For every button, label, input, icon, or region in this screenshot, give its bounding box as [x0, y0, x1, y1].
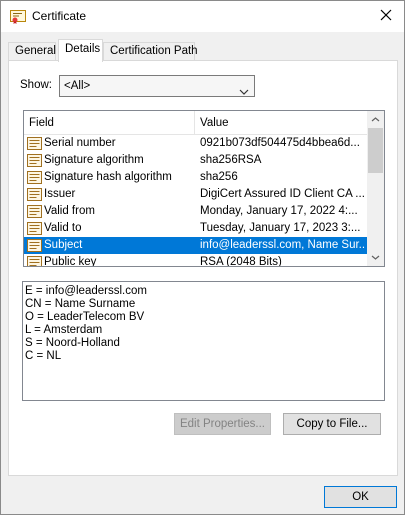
list-scrollbar[interactable] — [367, 111, 384, 266]
field-name: Signature hash algorithm — [44, 171, 172, 183]
field-value: RSA (2048 Bits) — [200, 256, 282, 267]
detail-line: C = NL — [25, 350, 62, 362]
tab-general[interactable]: General — [8, 42, 56, 61]
field-value: Monday, January 17, 2022 4:... — [200, 205, 358, 217]
field-name: Signature algorithm — [44, 154, 144, 166]
column-header-value[interactable]: Value — [195, 111, 368, 135]
certificate-field-icon — [27, 204, 42, 219]
field-name: Public key — [44, 256, 97, 267]
detail-line: E = info@leaderssl.com — [25, 285, 147, 297]
title-bar: Certificate — [1, 1, 404, 32]
scroll-down-arrow-icon[interactable] — [367, 249, 384, 266]
tab-details[interactable]: Details — [58, 39, 103, 62]
list-item[interactable]: Public key RSA (2048 Bits) — [24, 254, 368, 267]
field-value: DigiCert Assured ID Client CA ... — [200, 188, 365, 200]
certificate-icon — [10, 10, 26, 24]
certificate-field-icon — [27, 255, 42, 266]
detail-line: S = Noord-Holland — [25, 337, 120, 349]
list-item[interactable]: Issuer DigiCert Assured ID Client CA ... — [24, 186, 368, 203]
field-value: info@leaderssl.com, Name Sur... — [200, 239, 366, 251]
field-name: Valid from — [44, 205, 95, 217]
scroll-up-arrow-icon[interactable] — [367, 111, 384, 128]
list-header: Field Value — [24, 111, 368, 135]
close-icon — [380, 9, 392, 24]
show-label: Show: — [20, 79, 52, 91]
field-value: Tuesday, January 17, 2023 3:... — [200, 222, 361, 234]
field-value: 0921b073df504475d4bbea6d... — [200, 137, 360, 149]
certificate-field-icon — [27, 221, 42, 236]
certificate-field-icon — [27, 170, 42, 185]
show-dropdown[interactable]: <All> — [59, 75, 255, 97]
scroll-thumb[interactable] — [368, 128, 383, 173]
field-value: sha256RSA — [200, 154, 262, 166]
column-header-field[interactable]: Field — [24, 111, 195, 135]
certificate-field-icon — [27, 238, 42, 253]
list-rows: Serial number 0921b073df504475d4bbea6d...… — [24, 135, 368, 267]
list-item[interactable]: Valid from Monday, January 17, 2022 4:... — [24, 203, 368, 220]
list-item[interactable]: Subject info@leaderssl.com, Name Sur... — [24, 237, 368, 254]
chevron-down-icon — [239, 82, 249, 102]
list-item[interactable]: Valid to Tuesday, January 17, 2023 3:... — [24, 220, 368, 237]
field-name: Subject — [44, 239, 83, 251]
fields-list[interactable]: Field Value Serial number 0921b073df50447… — [23, 110, 385, 267]
tab-certification-path[interactable]: Certification Path — [103, 42, 198, 61]
edit-properties-button[interactable]: Edit Properties... — [174, 413, 271, 435]
field-name: Issuer — [44, 188, 76, 200]
window-title: Certificate — [32, 9, 87, 23]
certificate-dialog: Certificate General Details Certificatio… — [0, 0, 405, 515]
field-name: Serial number — [44, 137, 116, 149]
show-selected-value: <All> — [64, 80, 91, 92]
certificate-field-icon — [27, 153, 42, 168]
field-name: Valid to — [44, 222, 82, 234]
detail-line: CN = Name Surname — [25, 298, 136, 310]
list-item[interactable]: Serial number 0921b073df504475d4bbea6d... — [24, 135, 368, 152]
detail-line: L = Amsterdam — [25, 324, 103, 336]
details-panel: Show: <All> Field Value Serial number 092… — [8, 60, 398, 476]
field-value: sha256 — [200, 171, 238, 183]
certificate-field-icon — [27, 136, 42, 151]
list-item[interactable]: Signature algorithm sha256RSA — [24, 152, 368, 169]
close-button[interactable] — [368, 1, 404, 32]
detail-line: O = LeaderTelecom BV — [25, 311, 145, 323]
list-item[interactable]: Signature hash algorithm sha256 — [24, 169, 368, 186]
field-detail-textbox[interactable]: E = info@leaderssl.com CN = Name Surname O… — [22, 281, 385, 401]
copy-to-file-button[interactable]: Copy to File... — [283, 413, 381, 435]
ok-button[interactable]: OK — [324, 486, 397, 508]
certificate-field-icon — [27, 187, 42, 202]
